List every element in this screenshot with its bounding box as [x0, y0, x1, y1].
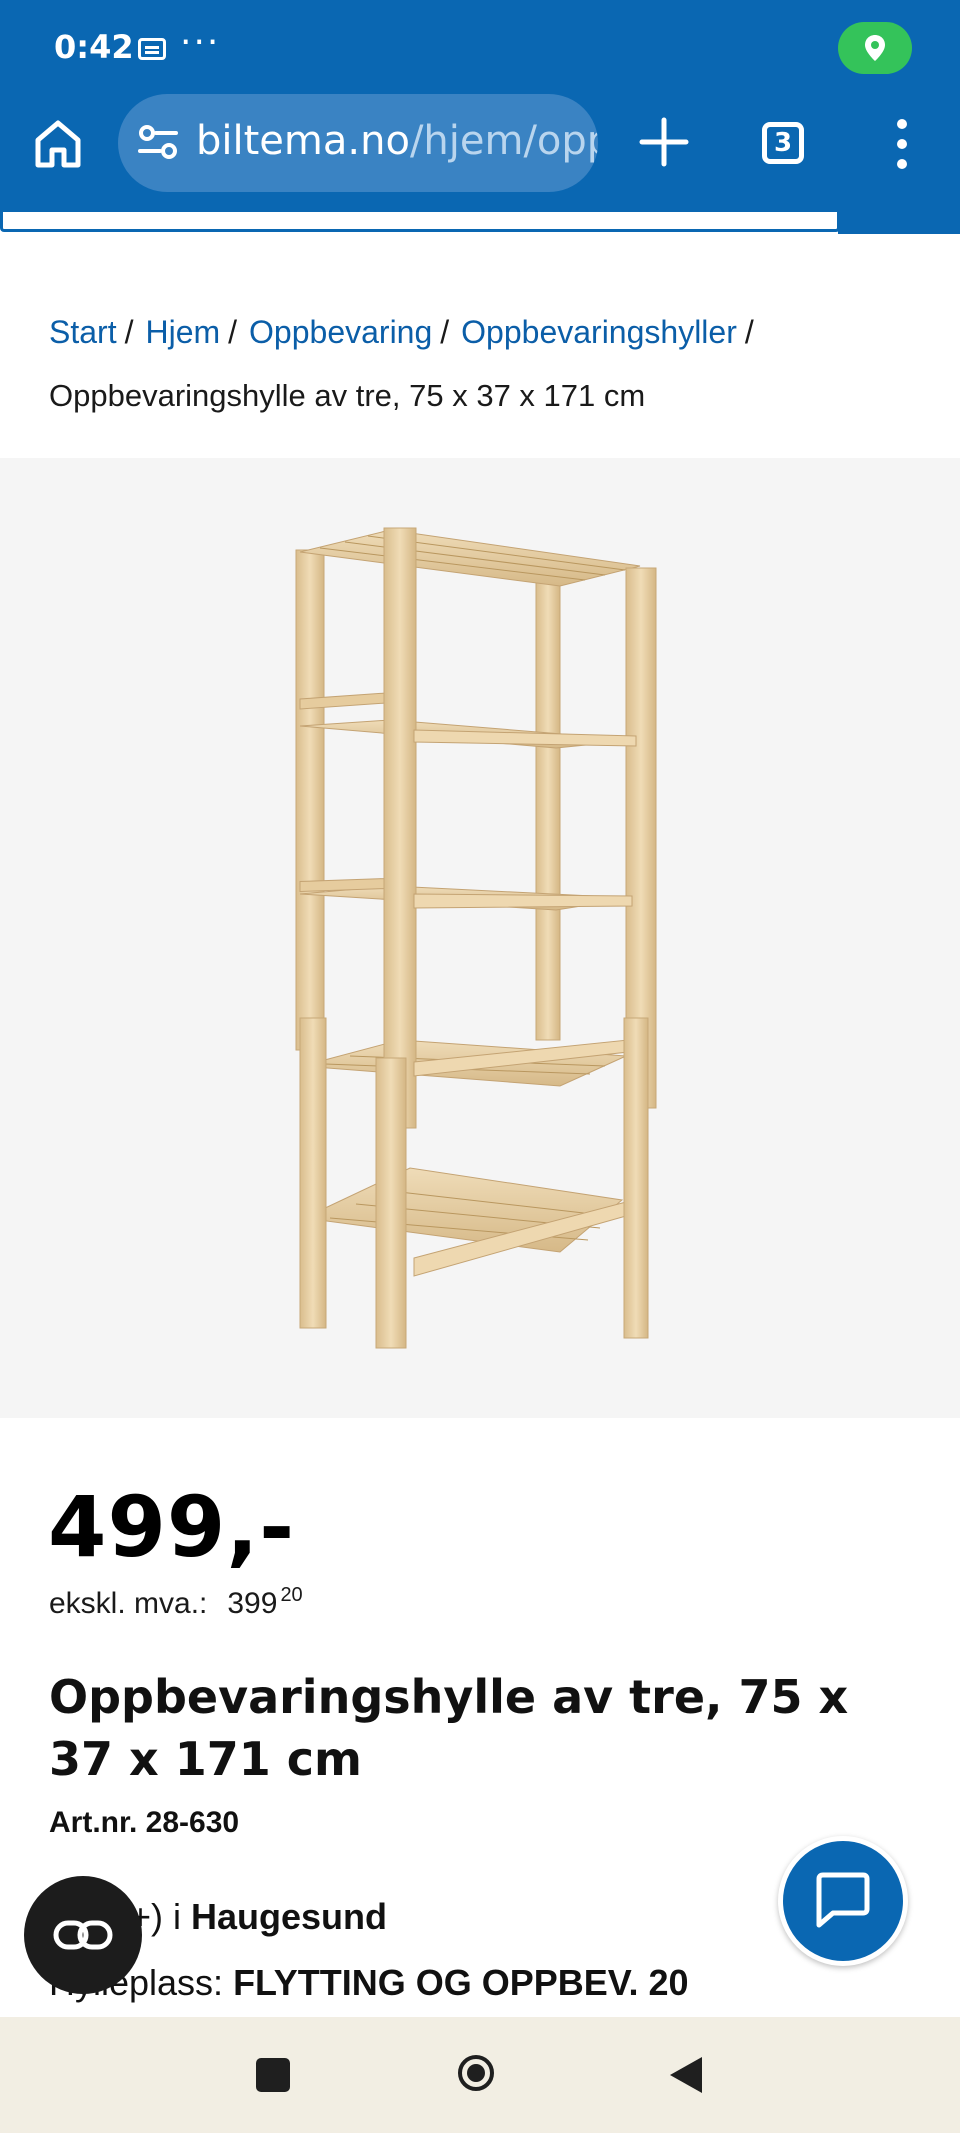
url-path: /hjem/oppb — [409, 118, 598, 164]
tune-icon[interactable] — [138, 124, 178, 160]
url-text[interactable]: biltema.no/hjem/oppb — [196, 118, 598, 164]
back-button[interactable] — [668, 2055, 704, 2095]
url-host: biltema.no — [196, 118, 410, 164]
product-price: 499,- — [48, 1478, 296, 1576]
stock-store: Haugesund — [191, 1896, 388, 1937]
status-time: 0:42 — [54, 28, 134, 66]
new-tab-button[interactable] — [636, 114, 692, 170]
article-number: Art.nr. 28-630 — [49, 1806, 240, 1839]
status-overflow: ··· — [180, 22, 221, 63]
breadcrumb-oppbevaring[interactable]: Oppbevaring — [249, 314, 432, 350]
shelf-location-value: FLYTTING OG OPPBEV. 20 — [233, 1962, 689, 2003]
home-icon — [35, 120, 81, 168]
breadcrumb-current: Oppbevaringshylle av tre, 75 x 37 x 171 … — [49, 378, 646, 413]
ex-vat-label: ekskl. mva.: — [49, 1587, 208, 1620]
site-header-remnant — [0, 212, 960, 236]
home-button[interactable] — [32, 118, 84, 170]
ex-vat-main: 399 — [227, 1587, 278, 1620]
wooden-shelf-illustration — [295, 527, 657, 1349]
home-circle-button[interactable] — [456, 2053, 496, 2093]
browser-chrome: 0:42 ··· biltema.no/hjem/oppb 3 — [0, 0, 960, 212]
compare-icon — [53, 1920, 113, 1950]
more-vert-icon — [897, 119, 907, 169]
chat-button[interactable] — [778, 1836, 908, 1966]
more-menu-button[interactable] — [892, 116, 912, 172]
stock-status[interactable]: +) i Haugesund — [130, 1896, 387, 1938]
breadcrumb-hjem[interactable]: Hjem — [145, 314, 220, 350]
ex-vat-cents: 20 — [280, 1584, 303, 1606]
breadcrumb-separator: / — [124, 314, 134, 350]
shelf-location: Hylleplass: FLYTTING OG OPPBEV. 20 — [49, 1962, 689, 2004]
product-image[interactable] — [0, 458, 960, 1418]
site-search-field[interactable] — [0, 212, 840, 232]
price-ex-vat: ekskl. mva.: 399 20 — [49, 1584, 303, 1621]
android-nav-bar — [0, 2017, 960, 2133]
product-title: Oppbevaringshylle av tre, 75 x 37 x 171 … — [49, 1670, 849, 1786]
sim-icon — [138, 38, 166, 60]
chat-icon — [816, 1872, 870, 1928]
ex-vat-value: 399 20 — [227, 1584, 303, 1620]
site-search-button[interactable] — [838, 212, 960, 234]
breadcrumb-oppbevaringshyller[interactable]: Oppbevaringshyller — [461, 314, 737, 350]
recents-button[interactable] — [256, 2058, 290, 2092]
location-indicator-icon — [838, 22, 912, 74]
url-bar[interactable]: biltema.no/hjem/oppb — [118, 94, 598, 192]
breadcrumb-separator: / — [228, 314, 238, 350]
breadcrumb-start[interactable]: Start — [49, 314, 117, 350]
tab-switcher-button[interactable]: 3 — [762, 122, 804, 164]
breadcrumb-separator: / — [744, 314, 754, 350]
compare-button[interactable] — [24, 1876, 142, 1994]
breadcrumb-separator: / — [440, 314, 450, 350]
plus-icon — [639, 117, 689, 167]
breadcrumb: Start / Hjem / Oppbevaring / Oppbevaringshylle… — [49, 300, 929, 428]
